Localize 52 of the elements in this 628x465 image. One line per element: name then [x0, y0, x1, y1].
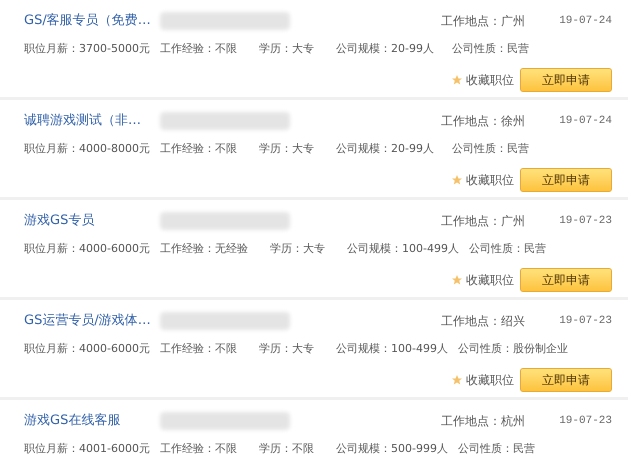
job-title-link[interactable]: GS运营专员/游戏体… [24, 311, 160, 331]
company-type-text: 公司性质：民营 [452, 40, 530, 57]
experience-text: 工作经验：不限 [160, 140, 237, 157]
education-text: 学历：大专 [259, 340, 314, 357]
salary-text: 职位月薪：4000-8000元 [24, 140, 151, 157]
education-text: 学历：大专 [259, 40, 314, 57]
apply-button[interactable]: 立即申请 [520, 68, 612, 92]
job-title-link[interactable]: GS/客服专员（免费… [24, 11, 160, 31]
location-text: 工作地点：徐州 [441, 113, 526, 130]
location-text: 工作地点：杭州 [441, 413, 526, 430]
date-text: 19-07-23 [559, 414, 612, 429]
date-text: 19-07-23 [559, 314, 612, 329]
education-text: 学历：不限 [259, 440, 314, 457]
star-icon [451, 274, 463, 286]
salary-text: 职位月薪：4000-6000元 [24, 240, 151, 257]
apply-button[interactable]: 立即申请 [520, 168, 612, 192]
company-type-text: 公司性质：民营 [468, 240, 547, 257]
company-type-text: 公司性质：股份制企业 [458, 340, 569, 357]
company-size-text: 公司规模：500-999人 [336, 440, 448, 457]
salary-text: 职位月薪：4001-6000元 [24, 440, 151, 457]
save-job-link[interactable]: 收藏职位 [466, 371, 514, 389]
star-icon [451, 174, 463, 186]
date-text: 19-07-24 [559, 14, 612, 29]
job-title-link[interactable]: 游戏GS在线客服 [24, 411, 160, 431]
location-text: 工作地点：绍兴 [441, 313, 526, 330]
company-type-text: 公司性质：民营 [458, 440, 536, 457]
star-icon [451, 74, 463, 86]
company-size-text: 公司规模：20-99人 [336, 40, 434, 57]
date-text: 19-07-24 [559, 114, 612, 129]
apply-button[interactable]: 立即申请 [520, 368, 612, 392]
star-icon [451, 374, 463, 386]
date-text: 19-07-23 [559, 214, 612, 229]
apply-button[interactable]: 立即申请 [520, 268, 612, 292]
company-size-text: 公司规模：100-499人 [336, 340, 448, 357]
company-type-text: 公司性质：民营 [452, 140, 530, 157]
education-text: 学历：大专 [259, 140, 314, 157]
education-text: 学历：大专 [270, 240, 325, 257]
salary-text: 职位月薪：4000-6000元 [24, 340, 151, 357]
company-size-text: 公司规模：20-99人 [336, 140, 434, 157]
experience-text: 工作经验：不限 [160, 440, 237, 457]
save-job-link[interactable]: 收藏职位 [466, 171, 514, 189]
company-size-text: 公司规模：100-499人 [347, 240, 459, 257]
save-job-link[interactable]: 收藏职位 [466, 271, 514, 289]
location-text: 工作地点：广州 [441, 213, 526, 230]
experience-text: 工作经验：不限 [160, 40, 237, 57]
location-text: 工作地点：广州 [441, 13, 526, 30]
experience-text: 工作经验：不限 [160, 340, 237, 357]
job-title-link[interactable]: 游戏GS专员 [24, 211, 160, 231]
save-job-link[interactable]: 收藏职位 [466, 71, 514, 89]
salary-text: 职位月薪：3700-5000元 [24, 40, 151, 57]
job-title-link[interactable]: 诚聘游戏测试（非… [24, 111, 160, 131]
experience-text: 工作经验：无经验 [160, 240, 248, 257]
